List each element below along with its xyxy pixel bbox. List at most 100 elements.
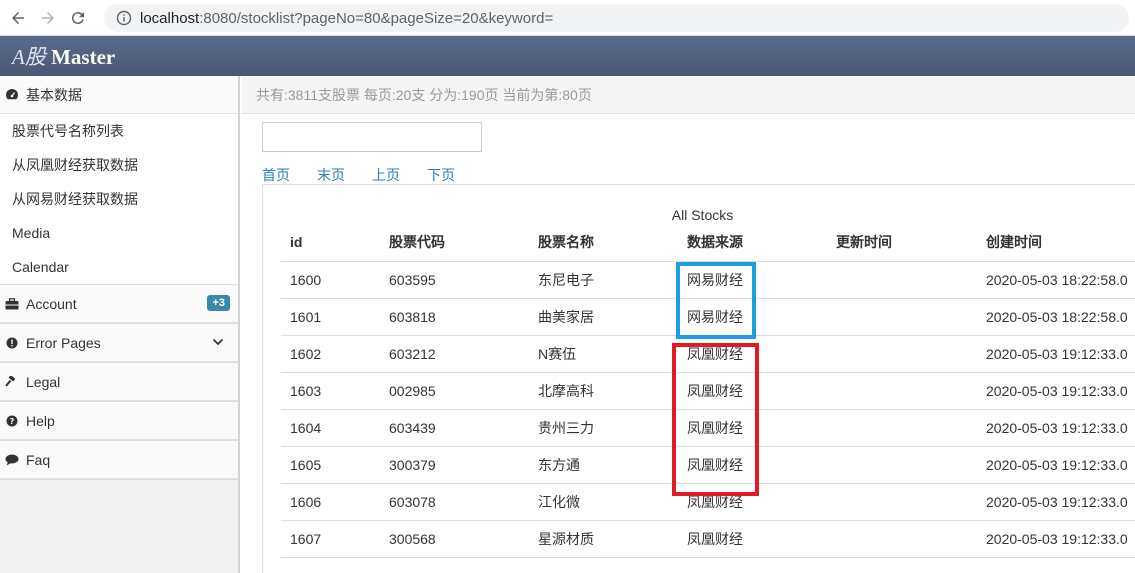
cell-id: 1606 — [281, 483, 380, 521]
sidebar-subitem-netease[interactable]: 从网易财经获取数据 — [0, 182, 238, 216]
stocks-table: id 股票代码 股票名称 数据来源 更新时间 创建时间 1600 603595 … — [281, 223, 1135, 558]
sidebar-label: 基本数据 — [26, 86, 82, 103]
pager-last[interactable]: 末页 — [317, 165, 345, 185]
table-row: 1600 603595 东尼电子 网易财经 2020-05-03 18:22:5… — [281, 261, 1135, 299]
cell-code: 603595 — [380, 261, 529, 299]
cell-updated — [827, 335, 977, 373]
app-header: A股 Master — [0, 36, 1135, 76]
menu-group-account: Account +3 — [0, 285, 238, 324]
cell-name: 北摩高科 — [529, 372, 678, 410]
sidebar-subitem-calendar[interactable]: Calendar — [0, 250, 238, 284]
sidebar-label: Legal — [26, 373, 61, 390]
cell-id: 1601 — [281, 298, 380, 336]
pager-first[interactable]: 首页 — [262, 165, 290, 185]
cell-name: 东方通 — [529, 446, 678, 484]
browser-toolbar: localhost:8080/stocklist?pageNo=80&pageS… — [0, 0, 1135, 36]
sidebar-item-faq[interactable]: Faq — [0, 441, 238, 479]
sidebar-item-error-pages[interactable]: Error Pages — [0, 324, 238, 362]
cell-id: 1603 — [281, 372, 380, 410]
sidebar-item-basic-data[interactable]: 基本数据 — [0, 76, 238, 114]
cell-name: 江化微 — [529, 483, 678, 521]
cell-created: 2020-05-03 19:12:33.0 — [977, 335, 1135, 373]
table-row: 1601 603818 曲美家居 网易财经 2020-05-03 18:22:5… — [281, 298, 1135, 336]
cell-source: 网易财经 — [678, 298, 827, 336]
cell-updated — [827, 261, 977, 299]
cell-updated — [827, 298, 977, 336]
cell-id: 1605 — [281, 446, 380, 484]
back-button[interactable] — [6, 6, 30, 30]
submenu-basic-data: 股票代号名称列表 从凤凰财经获取数据 从网易财经获取数据 Media Calen… — [0, 114, 238, 284]
cell-created: 2020-05-03 18:22:58.0 — [977, 298, 1135, 336]
pager-prev[interactable]: 上页 — [372, 165, 400, 185]
sidebar-subitem-media[interactable]: Media — [0, 216, 238, 250]
sidebar-subitem-stock-list[interactable]: 股票代号名称列表 — [0, 114, 238, 148]
reload-icon — [71, 11, 84, 24]
cell-updated — [827, 409, 977, 447]
warning-icon — [4, 336, 20, 350]
cell-id: 1607 — [281, 520, 380, 558]
briefcase-icon — [4, 297, 20, 311]
menu-group-basic-data: 基本数据 股票代号名称列表 从凤凰财经获取数据 从网易财经获取数据 Media … — [0, 76, 238, 285]
table-row: 1602 603212 N赛伍 凤凰财经 2020-05-03 19:12:33… — [281, 335, 1135, 373]
cell-created: 2020-05-03 19:12:33.0 — [977, 483, 1135, 521]
cell-code: 603212 — [380, 335, 529, 373]
sidebar-item-account[interactable]: Account +3 — [0, 285, 238, 323]
cell-name: 曲美家居 — [529, 298, 678, 336]
cell-source: 凤凰财经 — [678, 483, 827, 521]
arrow-right-icon — [42, 11, 54, 24]
account-badge: +3 — [207, 295, 230, 311]
table-row: 1607 300568 星源材质 凤凰财经 2020-05-03 19:12:3… — [281, 520, 1135, 558]
cell-name: N赛伍 — [529, 335, 678, 373]
address-bar[interactable]: localhost:8080/stocklist?pageNo=80&pageS… — [104, 4, 1129, 32]
cell-updated — [827, 372, 977, 410]
table-row: 1604 603439 贵州三力 凤凰财经 2020-05-03 19:12:3… — [281, 409, 1135, 447]
pager-next[interactable]: 下页 — [427, 165, 455, 185]
gavel-icon — [4, 375, 20, 389]
sidebar-item-legal[interactable]: Legal — [0, 363, 238, 401]
brand-logo[interactable]: A股 Master — [12, 41, 115, 71]
comment-icon — [4, 453, 20, 467]
col-name: 股票名称 — [529, 223, 678, 262]
table-caption: All Stocks — [671, 207, 734, 223]
url-path: :8080/stocklist?pageNo=80&pageSize=20&ke… — [199, 9, 554, 27]
cell-code: 300379 — [380, 446, 529, 484]
cell-created: 2020-05-03 18:22:58.0 — [977, 261, 1135, 299]
info-icon — [116, 10, 132, 26]
col-code: 股票代码 — [380, 223, 529, 262]
menu-group-help: ? Help — [0, 402, 238, 441]
dashboard-icon — [4, 88, 20, 102]
cell-id: 1600 — [281, 261, 380, 299]
cell-code: 002985 — [380, 372, 529, 410]
svg-text:?: ? — [10, 417, 15, 426]
cell-source: 凤凰财经 — [678, 372, 827, 410]
cell-code: 603078 — [380, 483, 529, 521]
reload-button[interactable] — [66, 6, 90, 30]
sidebar-item-help[interactable]: ? Help — [0, 402, 238, 440]
brand-italic: A股 — [12, 45, 46, 69]
cell-created: 2020-05-03 19:12:33.0 — [977, 409, 1135, 447]
cell-source: 凤凰财经 — [678, 335, 827, 373]
brand-bold: Master — [51, 45, 116, 69]
cell-updated — [827, 446, 977, 484]
table-row: 1603 002985 北摩高科 凤凰财经 2020-05-03 19:12:3… — [281, 372, 1135, 410]
cell-created: 2020-05-03 19:12:33.0 — [977, 446, 1135, 484]
forward-button[interactable] — [36, 6, 60, 30]
cell-updated — [827, 483, 977, 521]
cell-created: 2020-05-03 19:12:33.0 — [977, 372, 1135, 410]
menu-group-faq: Faq — [0, 441, 238, 480]
col-source: 数据来源 — [678, 223, 827, 262]
col-created: 创建时间 — [977, 223, 1135, 262]
table-row: 1605 300379 东方通 凤凰财经 2020-05-03 19:12:33… — [281, 446, 1135, 484]
sidebar: 基本数据 股票代号名称列表 从凤凰财经获取数据 从网易财经获取数据 Media … — [0, 76, 240, 573]
cell-updated — [827, 520, 977, 558]
sidebar-label: Faq — [26, 451, 51, 468]
main-content: 共有:3811支股票 每页:20支 分为:190页 当前为第:80页 首页 末页… — [242, 76, 1135, 573]
cell-id: 1602 — [281, 335, 380, 373]
search-input[interactable] — [262, 122, 482, 152]
cell-source: 凤凰财经 — [678, 520, 827, 558]
cell-created: 2020-05-03 19:12:33.0 — [977, 520, 1135, 558]
arrow-left-icon — [12, 11, 24, 24]
sidebar-label: Account — [26, 295, 77, 312]
sidebar-subitem-ifeng[interactable]: 从凤凰财经获取数据 — [0, 148, 238, 182]
cell-code: 603439 — [380, 409, 529, 447]
